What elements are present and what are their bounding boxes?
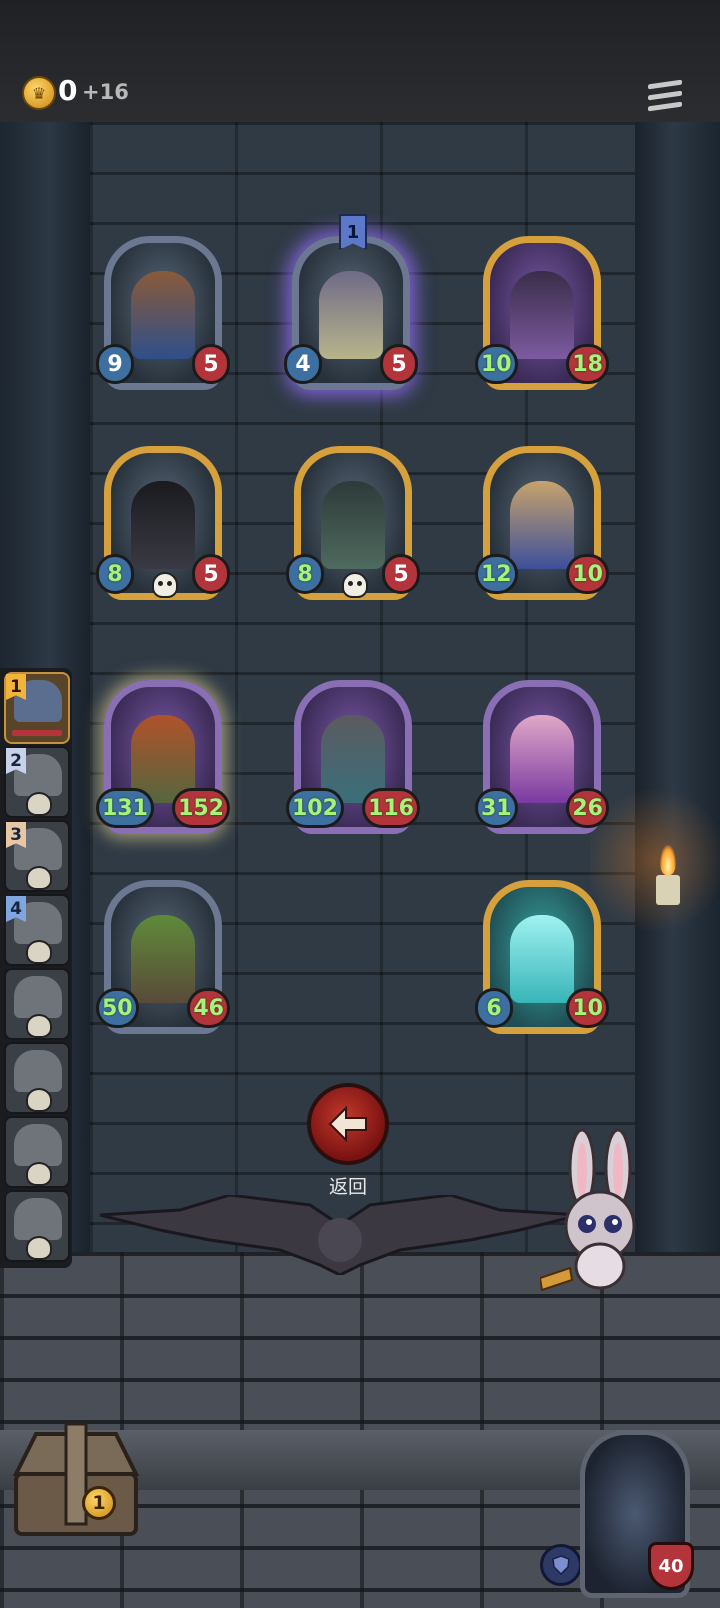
skull-icon — [342, 572, 368, 598]
minion-card[interactable]: 6 10 — [475, 880, 609, 1038]
treasure-chest-icon[interactable] — [6, 1414, 146, 1540]
attack-stat: 8 — [96, 554, 134, 594]
menu-button[interactable] — [648, 79, 682, 116]
torch-glow — [590, 780, 720, 940]
shadow-reaper-portrait — [131, 481, 195, 569]
lineup-slot[interactable]: 4 — [4, 894, 70, 966]
lineup-slot[interactable]: 1 — [4, 672, 70, 744]
lineup-slot[interactable]: 2 — [4, 746, 70, 818]
candle-icon — [656, 875, 680, 905]
attack-stat: 102 — [286, 788, 344, 828]
right-pillar — [635, 122, 720, 1252]
minion-card[interactable]: 131 152 — [96, 680, 230, 838]
health-stat: 10 — [566, 988, 609, 1028]
gold-coin-icon: ♛ — [22, 76, 56, 110]
opponent-mini-portrait — [14, 1198, 62, 1240]
minion-card[interactable]: 8 5 — [96, 446, 230, 604]
health-bar — [12, 730, 62, 736]
skull-icon — [152, 572, 178, 598]
attack-stat: 6 — [475, 988, 513, 1028]
health-stat: 116 — [362, 788, 420, 828]
hero-health-badge: 40 — [648, 1542, 694, 1590]
health-stat: 5 — [192, 554, 230, 594]
arrow-left-icon — [328, 1105, 367, 1143]
minion-card[interactable]: 12 10 — [475, 446, 609, 604]
bunny-mascot-icon — [540, 1128, 636, 1292]
return-label: 返回 — [328, 1176, 367, 1198]
attack-stat: 4 — [284, 344, 322, 384]
attack-stat: 31 — [475, 788, 518, 828]
minion-card[interactable]: 8 5 — [286, 446, 420, 604]
minion-card[interactable]: 10 18 — [475, 236, 609, 394]
skull-icon — [26, 792, 52, 816]
attack-stat: 50 — [96, 988, 139, 1028]
hooded-bear-portrait — [319, 271, 383, 359]
top-bar: ♛ 0 +16 — [0, 0, 720, 125]
skull-icon — [26, 1014, 52, 1038]
lineup-slot[interactable]: 3 — [4, 820, 70, 892]
minion-card[interactable]: 31 26 — [475, 680, 609, 838]
attack-stat: 10 — [475, 344, 518, 384]
adventurer-portrait — [131, 271, 195, 359]
lineup-slot[interactable] — [4, 968, 70, 1040]
attack-stat: 8 — [286, 554, 324, 594]
shield-icon[interactable] — [540, 1544, 582, 1586]
lineup-slot[interactable] — [4, 1116, 70, 1188]
toothy-monster-portrait — [321, 481, 385, 569]
chest-count-badge: 1 — [82, 1486, 116, 1520]
flame-icon — [660, 845, 676, 875]
health-stat: 5 — [380, 344, 418, 384]
health-stat: 152 — [172, 788, 230, 828]
minion-card-selected[interactable]: 1 4 5 — [284, 214, 418, 394]
skull-icon — [26, 940, 52, 964]
skull-icon — [26, 1162, 52, 1186]
minion-card[interactable]: 102 116 — [286, 680, 420, 838]
ghost-girl-portrait — [510, 915, 574, 1003]
lineup-slot[interactable] — [4, 1190, 70, 1262]
lineup-slot[interactable] — [4, 1042, 70, 1114]
return-button[interactable] — [307, 1083, 389, 1165]
opponent-mini-portrait — [14, 976, 62, 1018]
octopus-pirate-portrait — [510, 271, 574, 359]
health-stat: 5 — [192, 344, 230, 384]
attack-stat: 12 — [475, 554, 518, 594]
tree-owl-portrait — [131, 915, 195, 1003]
skull-icon — [26, 1088, 52, 1112]
opponent-mini-portrait — [14, 1050, 62, 1092]
health-stat: 10 — [566, 554, 609, 594]
battle-lineup: 1 2 3 4 — [0, 668, 72, 1268]
health-stat: 26 — [566, 788, 609, 828]
minion-card[interactable]: 50 46 — [96, 880, 230, 1038]
masked-dancer-portrait — [510, 481, 574, 569]
minion-card[interactable]: 9 5 — [96, 236, 230, 394]
skull-icon — [26, 1236, 52, 1260]
health-stat: 46 — [187, 988, 230, 1028]
menu-icon — [648, 79, 682, 90]
attack-stat: 131 — [96, 788, 154, 828]
bat-emblem-icon — [99, 1195, 581, 1275]
gold-gain: +16 — [82, 80, 129, 104]
gold-amount: 0 — [58, 74, 78, 107]
health-stat: 18 — [566, 344, 609, 384]
health-stat: 5 — [382, 554, 420, 594]
bow-princess-portrait — [510, 715, 574, 803]
skull-icon — [26, 866, 52, 890]
opponent-mini-portrait — [14, 1124, 62, 1166]
attack-stat: 9 — [96, 344, 134, 384]
